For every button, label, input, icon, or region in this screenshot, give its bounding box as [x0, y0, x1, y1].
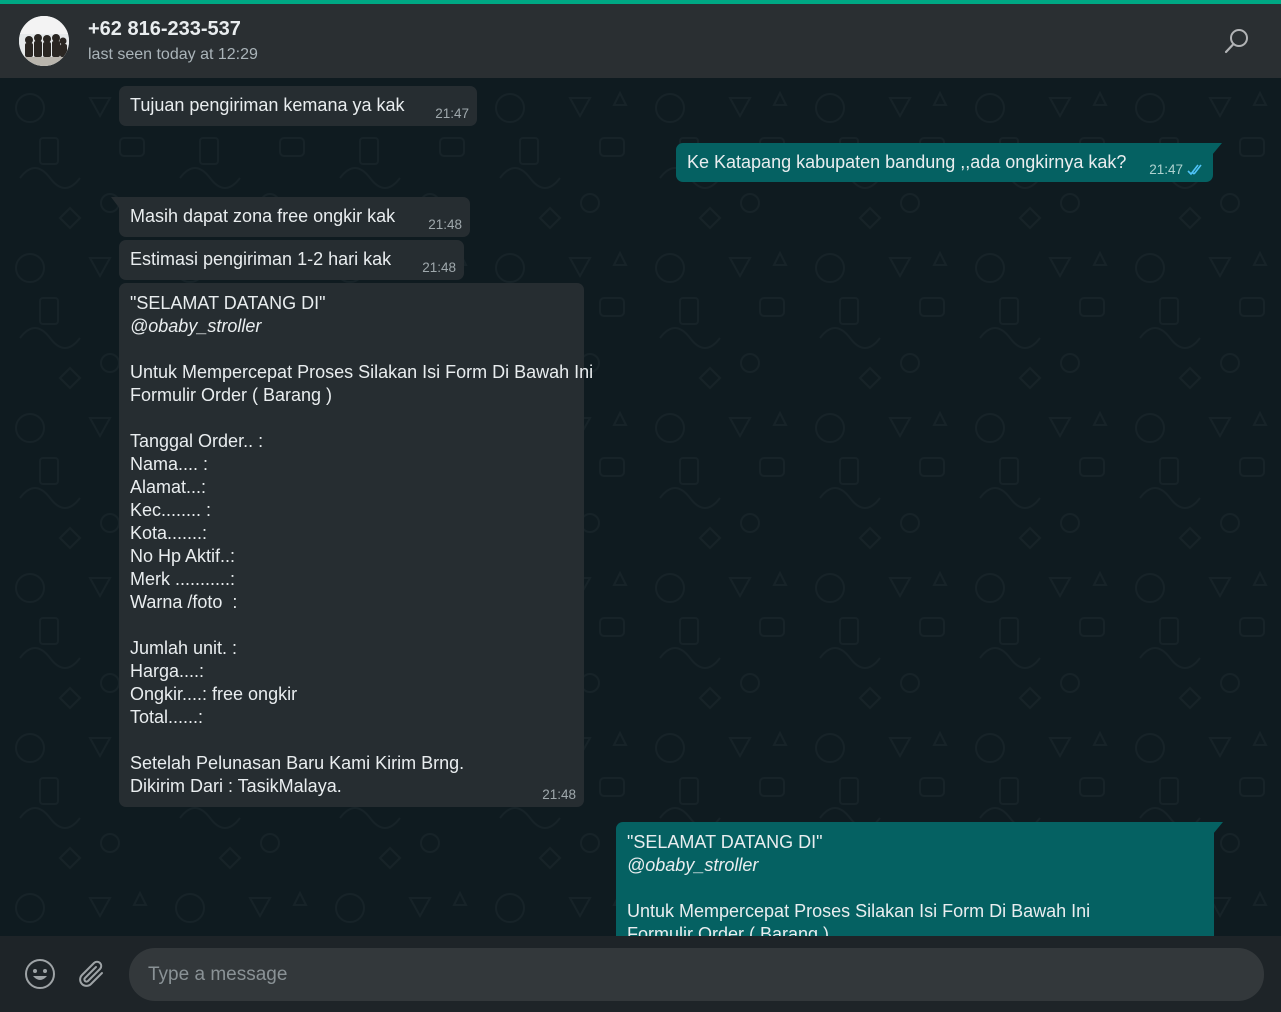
- message-line: [130, 338, 573, 361]
- message-input[interactable]: [129, 948, 1264, 1001]
- bubble-tail: [1213, 822, 1223, 834]
- chat-header[interactable]: +62 816-233-537 last seen today at 12:29: [0, 4, 1281, 78]
- message-line: "SELAMAT DATANG DI": [130, 293, 326, 313]
- message-time-status: 21:47: [1149, 163, 1205, 177]
- message-incoming[interactable]: Estimasi pengiriman 1-2 hari kak 21:48: [119, 240, 464, 280]
- message-text: Estimasi pengiriman 1-2 hari kak: [130, 249, 392, 269]
- message-outgoing-order-form[interactable]: "SELAMAT DATANG DI" @obaby_stroller Untu…: [616, 822, 1223, 936]
- message-line: Tanggal Order.. :: [130, 431, 264, 451]
- message-time: 21:47: [435, 106, 469, 121]
- message-line: [627, 877, 1203, 900]
- message-line: Jumlah unit. :: [130, 638, 238, 658]
- message-line: Formulir Order ( Barang ): [130, 385, 333, 405]
- message-line: "SELAMAT DATANG DI": [627, 832, 823, 852]
- message-line-handle: @obaby_stroller: [130, 316, 262, 336]
- message-time: 21:48: [422, 260, 456, 275]
- contact-avatar[interactable]: [19, 16, 69, 66]
- message-text: Masih dapat zona free ongkir kak: [130, 206, 396, 226]
- whatsapp-window: +62 816-233-537 last seen today at 12:29: [0, 0, 1281, 1012]
- search-icon[interactable]: [1222, 26, 1252, 56]
- message-time: 21:48: [428, 217, 462, 232]
- message-line: Kec........ :: [130, 500, 212, 520]
- message-line: Nama.... :: [130, 454, 209, 474]
- message-incoming[interactable]: Masih dapat zona free ongkir kak 21:48: [111, 197, 470, 237]
- message-line: Total......:: [130, 707, 204, 727]
- paperclip-icon[interactable]: [76, 958, 108, 990]
- read-receipt-double-check-icon: [1187, 164, 1202, 176]
- smiley-icon[interactable]: [24, 958, 56, 990]
- message-line: Kota.......:: [130, 523, 208, 543]
- message-line: Untuk Mempercepat Proses Silakan Isi For…: [130, 362, 594, 382]
- last-seen-status: last seen today at 12:29: [88, 46, 258, 63]
- message-line: [130, 729, 573, 752]
- message-line: [130, 614, 573, 637]
- message-line: No Hp Aktif..:: [130, 546, 236, 566]
- message-line-handle: @obaby_stroller: [627, 855, 759, 875]
- message-line: Merk ...........:: [130, 569, 236, 589]
- message-line: Untuk Mempercepat Proses Silakan Isi For…: [627, 901, 1091, 921]
- message-line: Harga....:: [130, 661, 205, 681]
- message-text: Tujuan pengiriman kemana ya kak: [130, 95, 405, 115]
- bubble-tail: [111, 197, 120, 209]
- bubble-tail: [1212, 143, 1222, 155]
- message-list[interactable]: Tujuan pengiriman kemana ya kak 21:47 Ke…: [0, 78, 1281, 936]
- message-line: [130, 407, 573, 430]
- contact-name[interactable]: +62 816-233-537: [88, 18, 241, 41]
- message-line: Dikirim Dari : TasikMalaya.: [130, 776, 342, 796]
- message-line: Formulir Order ( Barang ): [627, 924, 830, 936]
- message-line: Ongkir....: free ongkir: [130, 684, 298, 704]
- message-text: Ke Katapang kabupaten bandung ,,ada ongk…: [687, 152, 1127, 172]
- composer-bar: [0, 936, 1281, 1012]
- message-outgoing[interactable]: Ke Katapang kabupaten bandung ,,ada ongk…: [676, 143, 1222, 182]
- message-incoming[interactable]: Tujuan pengiriman kemana ya kak 21:47: [119, 86, 477, 126]
- message-line: Warna /foto :: [130, 592, 238, 612]
- message-line: Alamat...:: [130, 477, 207, 497]
- message-line: Setelah Pelunasan Baru Kami Kirim Brng.: [130, 753, 465, 773]
- message-time: 21:48: [542, 787, 576, 802]
- message-time: 21:47: [1149, 162, 1183, 177]
- message-incoming-order-form[interactable]: "SELAMAT DATANG DI" @obaby_stroller Untu…: [119, 283, 594, 807]
